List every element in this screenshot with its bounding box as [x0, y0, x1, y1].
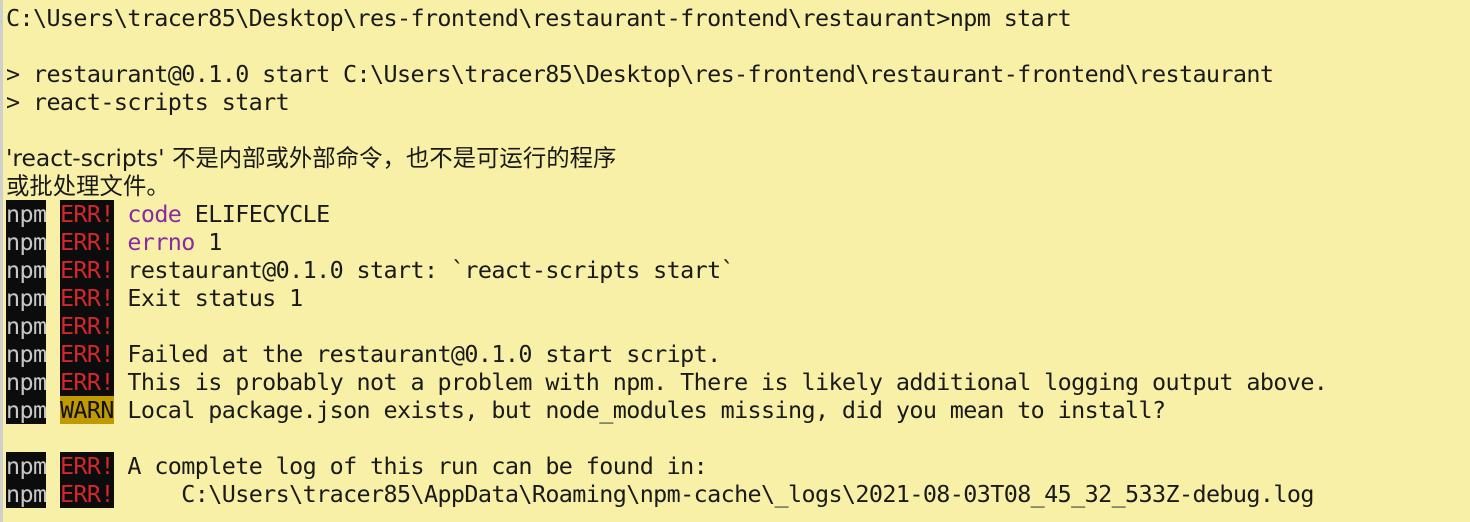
terminal-line: 或批处理文件。 — [6, 172, 1470, 200]
terminal-line: npm ERR! errno 1 — [6, 228, 1470, 256]
npm-error-key: errno — [127, 228, 195, 256]
npm-prefix: npm — [6, 312, 47, 340]
terminal-line: npm ERR! restaurant@0.1.0 start: `react-… — [6, 256, 1470, 284]
terminal-line: npm ERR! code ELIFECYCLE — [6, 200, 1470, 228]
terminal-line: npm ERR! A complete log of this run can … — [6, 452, 1470, 480]
error-badge: ERR! — [59, 368, 114, 396]
terminal-line: npm ERR! This is probably not a problem … — [6, 368, 1470, 396]
terminal-line: > restaurant@0.1.0 start C:\Users\tracer… — [6, 60, 1470, 88]
npm-prefix: npm — [6, 200, 47, 228]
npm-prefix: npm — [6, 480, 47, 508]
npm-message: C:\Users\tracer85\AppData\Roaming\npm-ca… — [127, 480, 1314, 508]
error-badge: ERR! — [59, 312, 114, 340]
npm-message: Exit status 1 — [127, 284, 303, 312]
terminal-line: > react-scripts start — [6, 88, 1470, 116]
warn-badge: WARN — [59, 396, 114, 424]
npm-message: Failed at the restaurant@0.1.0 start scr… — [127, 340, 721, 368]
terminal-line: npm ERR! — [6, 312, 1470, 340]
terminal-output: C:\Users\tracer85\Desktop\res-frontend\r… — [6, 4, 1470, 508]
error-badge: ERR! — [59, 256, 114, 284]
terminal-line: npm WARN Local package.json exists, but … — [6, 396, 1470, 424]
terminal-line: npm ERR! C:\Users\tracer85\AppData\Roami… — [6, 480, 1470, 508]
terminal-line-text: 'react-scripts' 不是内部或外部命令，也不是可运行的程序 — [6, 144, 617, 172]
npm-prefix: npm — [6, 340, 47, 368]
npm-prefix: npm — [6, 452, 47, 480]
terminal-line-text: 或批处理文件。 — [6, 172, 170, 200]
npm-message: Local package.json exists, but node_modu… — [127, 396, 1166, 424]
terminal-line: C:\Users\tracer85\Desktop\res-frontend\r… — [6, 4, 1470, 32]
terminal-line-text: > react-scripts start — [6, 88, 290, 116]
npm-message: A complete log of this run can be found … — [127, 452, 708, 480]
error-badge: ERR! — [59, 340, 114, 368]
npm-message: restaurant@0.1.0 start: `react-scripts s… — [127, 256, 735, 284]
error-badge: ERR! — [59, 452, 114, 480]
npm-prefix: npm — [6, 284, 47, 312]
npm-prefix: npm — [6, 256, 47, 284]
terminal-line: 'react-scripts' 不是内部或外部命令，也不是可运行的程序 — [6, 144, 1470, 172]
npm-prefix: npm — [6, 396, 47, 424]
error-badge: ERR! — [59, 228, 114, 256]
terminal-line-text: > restaurant@0.1.0 start C:\Users\tracer… — [6, 60, 1274, 88]
error-badge: ERR! — [59, 284, 114, 312]
terminal-window[interactable]: C:\Users\tracer85\Desktop\res-frontend\r… — [0, 0, 1470, 522]
npm-prefix: npm — [6, 228, 47, 256]
npm-message: This is probably not a problem with npm.… — [127, 368, 1328, 396]
npm-message: 1 — [208, 228, 222, 256]
npm-message: ELIFECYCLE — [194, 200, 330, 228]
error-badge: ERR! — [59, 480, 114, 508]
terminal-line: npm ERR! Failed at the restaurant@0.1.0 … — [6, 340, 1470, 368]
npm-error-key: code — [127, 200, 182, 228]
terminal-line-text: C:\Users\tracer85\Desktop\res-frontend\r… — [6, 4, 1072, 32]
terminal-line: npm ERR! Exit status 1 — [6, 284, 1470, 312]
npm-prefix: npm — [6, 368, 47, 396]
error-badge: ERR! — [59, 200, 114, 228]
